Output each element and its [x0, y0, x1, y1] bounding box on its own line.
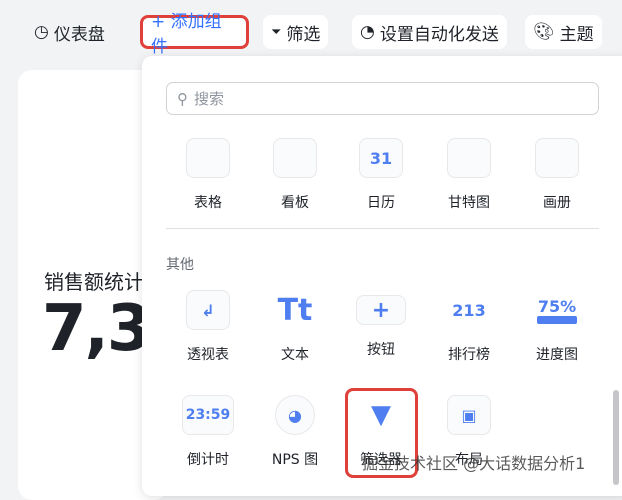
progress-icon: 75% — [535, 290, 579, 330]
auto-send-button[interactable]: ◔ 设置自动化发送 — [352, 15, 507, 49]
gallery-icon — [535, 138, 579, 178]
palette-icon: 🎨︎ — [533, 22, 555, 42]
calendar-icon: 31 — [359, 138, 403, 178]
divider — [166, 228, 599, 229]
filter-icon: ⏷ — [271, 24, 282, 40]
widget-nps[interactable]: ◕ NPS 图 — [255, 395, 335, 469]
scrollbar[interactable] — [613, 390, 619, 485]
card-title: 销售额统计 — [44, 270, 144, 294]
widget-progress[interactable]: 75% 进度图 — [517, 290, 597, 364]
gantt-icon — [447, 138, 491, 178]
dashboard-button[interactable]: ◷ 仪表盘 — [26, 15, 113, 49]
widget-countdown[interactable]: 23:59 倒计时 — [168, 395, 248, 469]
clock-send-icon: ◔ — [360, 22, 375, 42]
watermark: 掘金技术社区 @大话数据分析1 — [362, 454, 586, 473]
card-value: 7,3 — [42, 292, 151, 366]
widget-calendar[interactable]: 31 日历 — [341, 138, 421, 212]
gauge-icon: ◕ — [275, 395, 315, 435]
search-icon: ⚲ — [177, 89, 188, 108]
text-icon: Tt — [277, 292, 313, 328]
widget-text[interactable]: Tt 文本 — [255, 290, 335, 364]
countdown-icon: 23:59 — [182, 395, 234, 435]
leaderboard-icon: 213 — [452, 300, 486, 320]
pivot-icon: ↲ — [186, 290, 230, 330]
layout-icon: ▣ — [447, 395, 491, 435]
clock-icon: ◷ — [34, 22, 49, 42]
kanban-icon — [273, 138, 317, 178]
filter-button[interactable]: ⏷ 筛选 — [263, 15, 329, 49]
plus-icon: + — [356, 295, 406, 325]
widget-table[interactable]: 表格 — [168, 138, 248, 212]
widget-button[interactable]: + 按钮 — [341, 290, 421, 359]
widget-pivot[interactable]: ↲ 透视表 — [168, 290, 248, 364]
widget-leaderboard[interactable]: 213 排行榜 — [429, 290, 509, 364]
theme-button[interactable]: 🎨︎ 主题 — [525, 15, 602, 49]
add-widget-button[interactable]: + 添加组件 — [140, 12, 249, 57]
widget-kanban[interactable]: 看板 — [255, 138, 335, 212]
table-icon — [186, 138, 230, 178]
section-other-title: 其他 — [166, 257, 194, 273]
widget-gantt[interactable]: 甘特图 — [429, 138, 509, 212]
widget-gallery[interactable]: 画册 — [517, 138, 597, 212]
search-input[interactable]: ⚲ 搜索 — [166, 82, 599, 115]
